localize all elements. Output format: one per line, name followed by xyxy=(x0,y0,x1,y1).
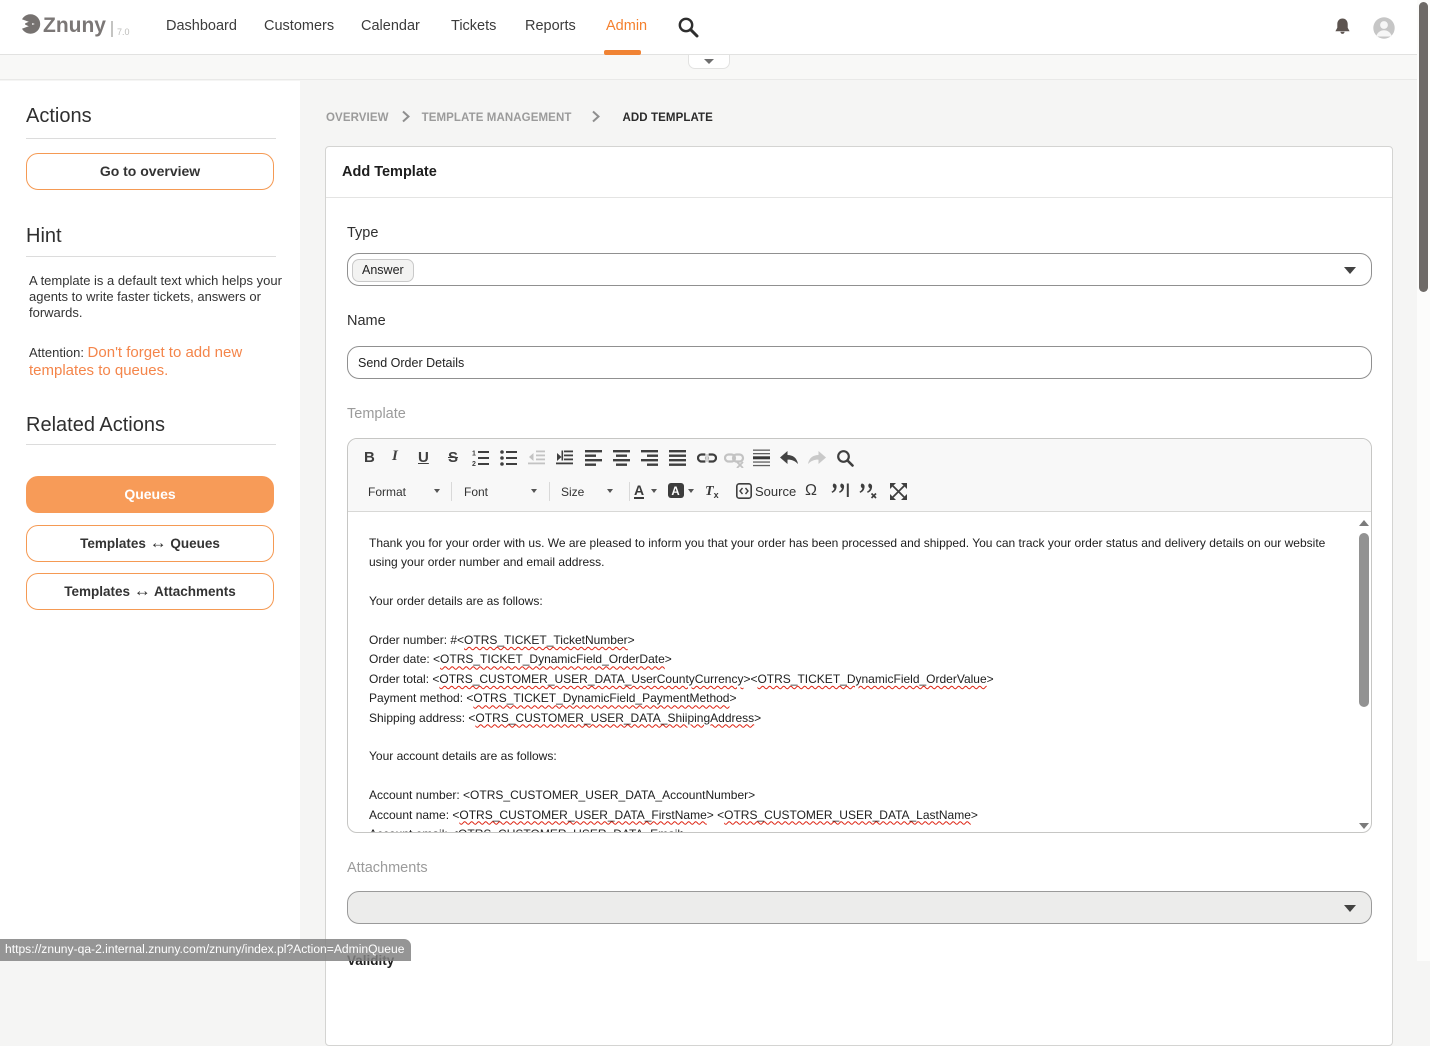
svg-text:Znuny: Znuny xyxy=(43,14,106,37)
svg-text:A: A xyxy=(671,486,679,498)
svg-text:2: 2 xyxy=(472,461,476,466)
svg-text:1: 1 xyxy=(472,451,476,458)
